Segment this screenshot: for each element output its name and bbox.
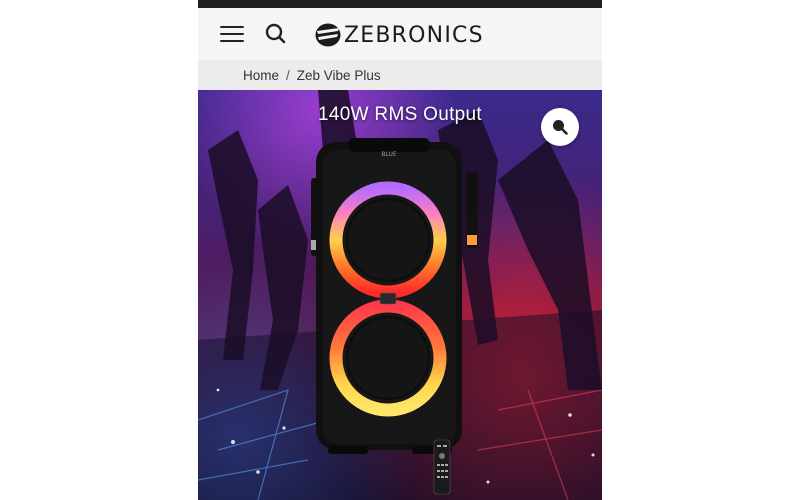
breadcrumb-separator: /	[286, 67, 290, 83]
search-icon[interactable]	[264, 22, 288, 46]
breadcrumb: Home / Zeb Vibe Plus	[198, 60, 602, 90]
hamburger-menu-icon[interactable]	[220, 24, 246, 44]
site-header: ZEBRONICS	[198, 8, 602, 60]
product-image-graphic: BLUE	[198, 90, 602, 500]
zoom-button[interactable]	[541, 108, 579, 146]
zebronics-logo-mark-icon	[315, 23, 341, 47]
speaker-badge: BLUE	[381, 151, 397, 158]
brand-name: ZEBRONICS	[344, 22, 484, 48]
brand-logo[interactable]: ZEBRONICS	[314, 21, 484, 49]
mobile-page: ZEBRONICS Home / Zeb Vibe Plus BLUE 140W…	[198, 0, 602, 500]
zoom-search-icon	[553, 120, 568, 135]
status-bar	[198, 0, 602, 8]
breadcrumb-current: Zeb Vibe Plus	[296, 67, 381, 83]
product-image[interactable]: BLUE 140W RMS Output	[198, 90, 602, 500]
breadcrumb-home-link[interactable]: Home	[243, 68, 279, 83]
